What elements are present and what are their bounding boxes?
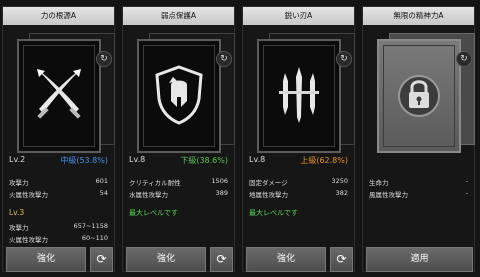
stat-label: 地属性攻撃力 bbox=[249, 191, 288, 199]
grade-label: 下級(38.6%) bbox=[180, 156, 228, 165]
rotate-icon[interactable]: ↻ bbox=[456, 51, 472, 67]
panel-title: 無限の精神力A bbox=[363, 7, 474, 25]
stat-value: 1506 bbox=[211, 177, 228, 185]
stat-label: 風属性攻撃力 bbox=[369, 191, 408, 199]
panel-title: 力の根源A bbox=[3, 7, 114, 25]
locked-card[interactable] bbox=[377, 39, 461, 153]
stat-value: - bbox=[465, 177, 468, 185]
stat-row: 地属性攻撃力 382 bbox=[249, 189, 348, 199]
grade-label: 中級(53.8%) bbox=[60, 156, 108, 165]
refresh-button[interactable]: ⟳ bbox=[210, 247, 233, 272]
stat-row: 火属性攻撃力 54 bbox=[9, 189, 108, 199]
card-panel-1: 力の根源A ↻ Lv.2 中級(53.8%) 攻撃力 601 火属性攻撃力 54… bbox=[2, 6, 115, 272]
triple-blade-icon bbox=[279, 67, 319, 123]
padlock-icon bbox=[398, 75, 440, 117]
rotate-icon[interactable]: ↻ bbox=[96, 51, 112, 67]
stat-row: クリティカル耐性 1506 bbox=[129, 177, 228, 187]
stat-row: 攻撃力 601 bbox=[9, 177, 108, 187]
crossed-swords-icon bbox=[37, 69, 81, 119]
level-label: Lv.2 bbox=[9, 155, 26, 164]
enhance-button[interactable]: 強化 bbox=[126, 247, 206, 272]
stat-label: 固定ダメージ bbox=[249, 179, 288, 187]
stat-label: 水属性攻撃力 bbox=[129, 191, 168, 199]
card-panel-2: 弱点保護A ↻ Lv.8 下級(38.6%) クリティカル耐性 1506 水属性… bbox=[122, 6, 235, 272]
apply-button[interactable]: 適用 bbox=[366, 247, 473, 272]
stat-row: 風属性攻撃力 - bbox=[369, 189, 468, 199]
stat-label: 生命力 bbox=[369, 179, 389, 187]
card-stack: ↻ bbox=[123, 27, 235, 155]
card-stack: ↻ bbox=[3, 27, 115, 155]
stat-value: 382 bbox=[335, 189, 348, 197]
stat-value: 54 bbox=[99, 189, 108, 197]
refresh-button[interactable]: ⟳ bbox=[90, 247, 113, 272]
stat-row: 生命力 - bbox=[369, 177, 468, 187]
card-panel-3: 鋭い刃A ↻ Lv.8 上級(62.8%) 固定ダメージ 3250 地属性攻撃力… bbox=[242, 6, 355, 272]
level-label: Lv.8 bbox=[129, 155, 146, 164]
max-level-text: 最大レベルです bbox=[129, 209, 178, 217]
level-label: Lv.8 bbox=[249, 155, 266, 164]
refresh-icon: ⟳ bbox=[96, 252, 107, 266]
refresh-icon: ⟳ bbox=[216, 252, 227, 266]
rotate-icon[interactable]: ↻ bbox=[336, 51, 352, 67]
stat-row: 水属性攻撃力 389 bbox=[129, 189, 228, 199]
stat-value: 3250 bbox=[331, 177, 348, 185]
stat-label: クリティカル耐性 bbox=[129, 179, 181, 187]
card-stack: ↻ bbox=[243, 27, 355, 155]
panel-title: 鋭い刃A bbox=[243, 7, 354, 25]
stat-label: 攻撃力 bbox=[9, 179, 29, 187]
next-level-label: Lv.3 bbox=[9, 208, 25, 217]
refresh-button[interactable]: ⟳ bbox=[330, 247, 353, 272]
skill-card[interactable] bbox=[257, 39, 341, 153]
stat-label: 火属性攻撃力 bbox=[9, 236, 48, 244]
stat-value: 657~1158 bbox=[73, 222, 108, 230]
grade-label: 上級(62.8%) bbox=[300, 156, 348, 165]
stat-value: - bbox=[465, 189, 468, 197]
skill-card-screen: 力の根源A ↻ Lv.2 中級(53.8%) 攻撃力 601 火属性攻撃力 54… bbox=[0, 0, 480, 277]
panel-title: 弱点保護A bbox=[123, 7, 234, 25]
max-level-text: 最大レベルです bbox=[249, 209, 298, 217]
rotate-icon[interactable]: ↻ bbox=[216, 51, 232, 67]
stat-value: 60~110 bbox=[81, 234, 108, 242]
stat-label: 火属性攻撃力 bbox=[9, 191, 48, 199]
skill-card[interactable] bbox=[137, 39, 221, 153]
card-stack: ↻ bbox=[363, 27, 475, 155]
stat-label: 攻撃力 bbox=[9, 224, 29, 232]
helmet-shield-icon bbox=[155, 65, 203, 125]
enhance-button[interactable]: 強化 bbox=[6, 247, 86, 272]
next-stat-row: 火属性攻撃力 60~110 bbox=[9, 234, 108, 244]
card-panel-4: 無限の精神力A ↻ 生命力 - 風属性攻撃力 - 適用 bbox=[362, 6, 475, 272]
stat-value: 389 bbox=[215, 189, 228, 197]
stat-row: 固定ダメージ 3250 bbox=[249, 177, 348, 187]
refresh-icon: ⟳ bbox=[336, 252, 347, 266]
enhance-button[interactable]: 強化 bbox=[246, 247, 326, 272]
next-stat-row: 攻撃力 657~1158 bbox=[9, 222, 108, 232]
stat-value: 601 bbox=[95, 177, 108, 185]
skill-card[interactable] bbox=[17, 39, 101, 153]
